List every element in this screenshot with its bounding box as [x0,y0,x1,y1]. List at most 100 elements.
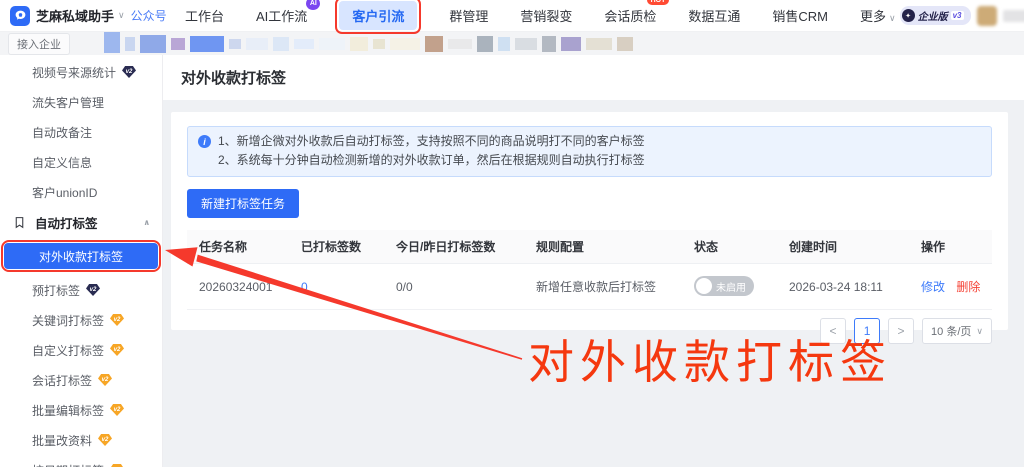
cell-today-count: 0/0 [396,279,413,294]
task-table: 任务名称 已打标签数 今日/昨日打标签数 规则配置 状态 创建时间 操作 202… [187,230,992,310]
chevron-up-icon[interactable]: ∧ [144,218,151,227]
sidebar-item-label: 视频号来源统计 [32,65,117,80]
create-tagging-task-button[interactable]: 新建打标签任务 [187,189,300,218]
bookmark-icon [13,216,26,229]
cell-tagged-count-link[interactable]: 0 [289,280,384,294]
v2-gem-icon: v2 [98,374,113,386]
sidebar-item-label: 自定义信息 [32,155,93,170]
edition-icon: ✦ [901,9,915,22]
chevron-down-icon: ∨ [889,13,896,23]
main-content: 对外收款打标签 i 1、新增企微对外收款后自动打标签，支持按照不同的商品说明打不… [163,55,1024,467]
sidebar-item-label: 批量编辑标签 [32,403,105,418]
sidebar-item-label: 预打标签 [32,283,81,298]
ai-badge: AI [306,0,321,10]
nav-group-management[interactable]: 群管理 [449,6,488,25]
nav-label: 会话质检 [604,9,657,24]
sidebar-item-chat-tagging[interactable]: 会话打标签 v2 [0,365,162,395]
sidebar-item-label: 流失客户管理 [32,95,105,110]
edition-badge: ✦ 企业版 v3 [899,6,971,25]
main-navigation: 工作台 AI工作流 AI 客户引流 群管理 营销裂变 会话质检 HOT 数据互通 销… [185,0,900,34]
content-card: i 1、新增企微对外收款后自动打标签，支持按照不同的商品说明打不同的客户标签 2… [171,112,1008,344]
page-size-value: 10 条/页 [931,326,972,338]
top-navbar: 芝麻私域助手 ∨ 公众号 工作台 AI工作流 AI 客户引流 群管理 营销裂变 会… [0,0,1024,34]
chevron-down-icon[interactable]: ∨ [118,10,125,21]
v2-gem-icon: v2 [110,344,125,356]
v2-gem-icon: v2 [86,284,101,296]
sidebar-item-batch-edit-profile[interactable]: 批量改资料 v2 [0,425,162,455]
brand-area[interactable]: 芝麻私域助手 ∨ 公众号 [0,5,167,26]
sidebar-item-label: 关键词打标签 [32,313,105,328]
sidebar-section-label: 自动打标签 [35,216,98,231]
connect-enterprise-button[interactable]: 接入企业 [8,32,70,55]
table-row: 20260324001 0 0/0 新增任意收款后打标签 未启用 2026-03… [187,264,992,310]
sidebar-item-label: 批量改资料 [32,433,93,448]
nav-more[interactable]: 更多 ∨ [860,6,900,25]
sidebar-item-batch-edit-tags[interactable]: 批量编辑标签 v2 [0,395,162,425]
table-header-row: 任务名称 已打标签数 今日/昨日打标签数 规则配置 状态 创建时间 操作 [187,230,992,264]
sidebar-section-auto-tagging[interactable]: 自动打标签 ∧ [0,207,162,237]
sidebar-item-keyword-tagging[interactable]: 关键词打标签 v2 [0,305,162,335]
nav-ai-workflow[interactable]: AI工作流 AI [256,0,321,25]
toggle-label: 未启用 [716,282,746,294]
edition-version: v3 [950,11,964,20]
nav-workbench[interactable]: 工作台 [185,6,224,25]
app-logo-icon [10,5,30,26]
page-size-select[interactable]: 10 条/页 ∨ [922,318,992,344]
sidebar-item-pre-tagging[interactable]: 预打标签 v2 [0,275,162,305]
sidebar: 视频号来源统计 v2 流失客户管理 自动改备注 自定义信息 客户unionID … [0,55,163,467]
app-window: 芝麻私域助手 ∨ 公众号 工作台 AI工作流 AI 客户引流 群管理 营销裂变 会… [0,0,1024,467]
sidebar-item-label: 客户unionID [32,185,98,200]
brand-tag[interactable]: 公众号 [131,7,167,24]
sub-toolbar: 接入企业 [0,28,1024,55]
v2-gem-icon: v2 [110,314,125,326]
topbar-right: ✦ 企业版 v3 ∨ [899,5,1024,26]
nav-label: 更多 [860,9,887,24]
col-created-time: 创建时间 [789,240,838,254]
cell-task-name: 20260324001 [199,279,273,294]
info-icon: i [198,135,211,148]
nav-sales-crm[interactable]: 销售CRM [772,6,828,25]
nav-chat-inspection[interactable]: 会话质检 HOT [604,0,670,25]
sidebar-item-lost-customers[interactable]: 流失客户管理 [0,87,162,117]
sidebar-item-video-source-stats[interactable]: 视频号来源统计 v2 [0,57,162,87]
delete-link[interactable]: 删除 [956,280,980,294]
cell-status: 未启用 [682,276,777,297]
nav-customer-acquisition[interactable]: 客户引流 [335,0,422,34]
alert-line-1: 1、新增企微对外收款后自动打标签，支持按照不同的商品说明打不同的客户标签 [218,134,645,148]
sidebar-item-auto-remark[interactable]: 自动改备注 [0,117,162,147]
col-actions: 操作 [921,240,946,254]
col-rule-config: 规则配置 [536,240,585,254]
page-header: 对外收款打标签 [163,55,1024,100]
edition-label: 企业版 [917,12,948,23]
sidebar-item-date-tagging[interactable]: 按日期打标签 v2 [0,455,162,467]
sidebar-item-custom-info[interactable]: 自定义信息 [0,147,162,177]
nav-data-interchange[interactable]: 数据互通 [688,6,740,25]
sidebar-item-custom-tagging[interactable]: 自定义打标签 v2 [0,335,162,365]
app-title: 芝麻私域助手 [36,9,115,24]
col-status: 状态 [694,240,719,254]
username-redacted [1002,9,1024,22]
sidebar-item-unionid[interactable]: 客户unionID [0,177,162,207]
col-task-name: 任务名称 [199,240,248,254]
nav-marketing-fission[interactable]: 营销裂变 [520,6,572,25]
cell-actions: 修改 删除 [909,278,992,295]
alert-line-2: 2、系统每十分钟自动检测新增的对外收款订单，然后在根据规则自动执行打标签 [218,153,645,167]
avatar[interactable] [976,5,997,26]
chevron-down-icon: ∨ [976,325,983,336]
v2-gem-icon: v2 [110,404,125,416]
censored-content [104,28,633,53]
hot-badge: HOT [646,0,670,5]
annotation-box-sidebar: 对外收款打标签 [1,240,161,272]
v2-gem-icon: v2 [122,66,137,78]
v2-gem-icon: v2 [98,434,113,446]
cell-created-time: 2026-03-24 18:11 [789,279,883,294]
page-title: 对外收款打标签 [181,70,287,87]
sidebar-item-label: 自动改备注 [32,125,93,140]
status-toggle[interactable]: 未启用 [694,276,754,296]
annotation-text: 对外收款打标签 [528,336,892,388]
col-today-count: 今日/昨日打标签数 [396,240,496,254]
edit-link[interactable]: 修改 [921,280,945,294]
sidebar-item-external-payment-tagging[interactable]: 对外收款打标签 [4,243,158,269]
sidebar-item-label: 自定义打标签 [32,343,105,358]
info-alert: i 1、新增企微对外收款后自动打标签，支持按照不同的商品说明打不同的客户标签 2… [187,126,992,177]
